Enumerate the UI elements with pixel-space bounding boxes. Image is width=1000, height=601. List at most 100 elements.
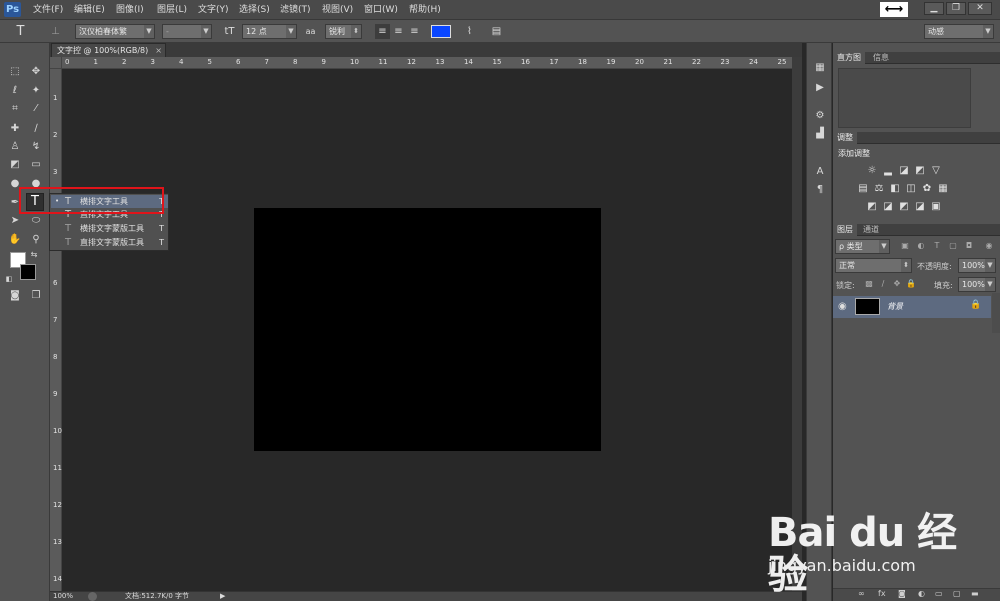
lock-transparent-icon[interactable]: ▩ [863, 278, 875, 290]
selective-color-icon[interactable]: ▣ [930, 201, 942, 213]
channel-mixer-icon[interactable]: ✿ [921, 183, 933, 195]
opacity-field[interactable]: 100% ▼ [958, 258, 996, 273]
blur-icon[interactable]: ● [6, 176, 24, 192]
document-canvas[interactable] [254, 208, 601, 451]
crop-icon[interactable]: ⌗ [6, 101, 24, 117]
menu-image[interactable]: 图像(I) [116, 0, 144, 20]
brush-icon[interactable]: ∕ [27, 121, 45, 137]
character-panel-icon[interactable]: ▤ [489, 24, 504, 39]
brightness-icon[interactable]: ☼ [866, 165, 878, 177]
move-icon[interactable]: ✥ [27, 64, 45, 80]
close-tab-icon[interactable]: × [155, 44, 162, 57]
color-balance-icon[interactable]: ⚖ [873, 183, 885, 195]
lock-position-icon[interactable]: ✥ [891, 278, 903, 290]
photo-filter-icon[interactable]: ◫ [905, 183, 917, 195]
font-family-select[interactable]: 汉仪柏春体繁 ▼ [75, 24, 155, 39]
toggle-orientation-icon[interactable]: ⊥ [48, 24, 63, 39]
type-tool-preset-icon[interactable]: T [13, 24, 28, 39]
menu-filter[interactable]: 滤镜(T) [280, 0, 311, 20]
menu-edit[interactable]: 编辑(E) [74, 0, 105, 20]
character-icon[interactable]: A [812, 165, 828, 179]
path-select-icon[interactable]: ➤ [6, 213, 24, 229]
workspace-select[interactable]: 动感 ▼ [924, 24, 994, 39]
ellipse-icon[interactable]: ⬭ [27, 213, 45, 229]
restore-button[interactable]: ❐ [946, 2, 966, 15]
magic-wand-icon[interactable]: ✦ [27, 83, 45, 99]
layers-scrollbar[interactable] [992, 293, 1000, 333]
tab-channels[interactable]: 通道 [859, 224, 883, 236]
menu-view[interactable]: 视图(V) [322, 0, 353, 20]
swap-colors-icon[interactable]: ⇆ [29, 247, 39, 263]
flyout-item-vertical-type[interactable]: T 直排文字工具 T [51, 208, 168, 221]
warp-text-icon[interactable]: ⌇ [462, 24, 477, 39]
history-panel-icon[interactable]: ▦ [812, 61, 828, 75]
tab-histogram[interactable]: 直方图 [833, 52, 865, 64]
quick-mask-icon[interactable]: ◙ [6, 288, 24, 304]
tab-info[interactable]: 信息 [869, 52, 893, 64]
font-size-select[interactable]: 12 点 ▼ [242, 24, 297, 39]
filter-toggle-icon[interactable]: ◉ [983, 240, 995, 252]
menu-type[interactable]: 文字(Y) [198, 0, 229, 20]
tab-adjustments[interactable]: 调整 [833, 132, 857, 144]
zoom-level[interactable]: 100% [53, 592, 73, 601]
gradient-map-icon[interactable]: ◪ [914, 201, 926, 213]
status-info-icon[interactable] [88, 592, 97, 601]
text-color-swatch[interactable] [431, 25, 451, 38]
lock-image-icon[interactable]: ∕ [877, 278, 889, 290]
eraser-icon[interactable]: ◩ [6, 157, 24, 173]
curves-icon[interactable]: ◪ [898, 165, 910, 177]
lock-all-icon[interactable]: 🔒 [905, 278, 917, 290]
lasso-icon[interactable]: ℓ [6, 83, 24, 99]
filter-pixel-icon[interactable]: ▣ [899, 240, 911, 252]
font-style-select[interactable]: - ▼ [162, 24, 212, 39]
gradient-icon[interactable]: ▭ [27, 157, 45, 173]
delete-layer-icon[interactable]: ▬ [971, 589, 979, 598]
close-button[interactable]: ✕ [968, 2, 992, 15]
blend-mode-select[interactable]: 正常 ⬍ [835, 258, 912, 273]
default-colors-icon[interactable]: ◧ [4, 271, 14, 287]
status-menu-icon[interactable]: ▶ [220, 592, 225, 601]
minimize-button[interactable]: ▁ [924, 2, 944, 15]
menu-select[interactable]: 选择(S) [239, 0, 270, 20]
align-right-icon[interactable]: ≡ [407, 24, 422, 39]
levels-icon[interactable]: ▂ [882, 165, 894, 177]
flyout-item-horizontal-type[interactable]: • T 横排文字工具 T [51, 195, 168, 208]
resize-arrows-icon[interactable]: ⟷ [880, 2, 908, 17]
paragraph-icon[interactable]: ¶ [812, 183, 828, 197]
filter-adjustment-icon[interactable]: ◐ [915, 240, 927, 252]
menu-window[interactable]: 窗口(W) [364, 0, 398, 20]
background-color[interactable] [20, 264, 36, 280]
screen-mode-icon[interactable]: ❐ [27, 288, 45, 304]
text-tool-icon[interactable]: T [26, 193, 44, 211]
layer-filter-select[interactable]: ρ 类型 ▼ [835, 239, 890, 254]
document-tab[interactable]: 文字控 @ 100%(RGB/8) × [51, 43, 166, 57]
black-white-icon[interactable]: ◧ [889, 183, 901, 195]
invert-icon[interactable]: ◩ [866, 201, 878, 213]
hand-icon[interactable]: ✋ [6, 232, 24, 248]
hue-saturation-icon[interactable]: ▤ [857, 183, 869, 195]
layer-name[interactable]: 背景 [887, 301, 903, 312]
dodge-icon[interactable]: ● [27, 176, 45, 192]
eyedropper-icon[interactable]: ⁄ [27, 101, 45, 117]
actions-panel-icon[interactable]: ▶ [812, 81, 828, 95]
menu-help[interactable]: 帮助(H) [409, 0, 441, 20]
healing-icon[interactable]: ✚ [6, 121, 24, 137]
eye-icon[interactable]: ◉ [838, 301, 847, 312]
antialias-select[interactable]: 锐利 ⬍ [325, 24, 362, 39]
vibrance-icon[interactable]: ▽ [930, 165, 942, 177]
marquee-icon[interactable]: ⬚ [6, 64, 24, 80]
flyout-item-horizontal-type-mask[interactable]: T 横排文字蒙版工具 T [51, 222, 168, 235]
threshold-icon[interactable]: ◩ [898, 201, 910, 213]
filter-smart-object-icon[interactable]: ◘ [963, 240, 975, 252]
menu-file[interactable]: 文件(F) [33, 0, 63, 20]
filter-shape-icon[interactable]: ▢ [947, 240, 959, 252]
exposure-icon[interactable]: ◩ [914, 165, 926, 177]
pen-icon[interactable]: ✒ [6, 195, 24, 211]
brush-presets-icon[interactable]: ⚙ [812, 109, 828, 123]
clone-source-icon[interactable]: ▟ [812, 127, 828, 141]
tab-layers[interactable]: 图层 [833, 224, 857, 236]
layer-row-background[interactable]: ◉ 背景 🔒 [833, 296, 991, 318]
filter-type-icon[interactable]: T [931, 240, 943, 252]
posterize-icon[interactable]: ◪ [882, 201, 894, 213]
fill-field[interactable]: 100% ▼ [958, 277, 996, 292]
